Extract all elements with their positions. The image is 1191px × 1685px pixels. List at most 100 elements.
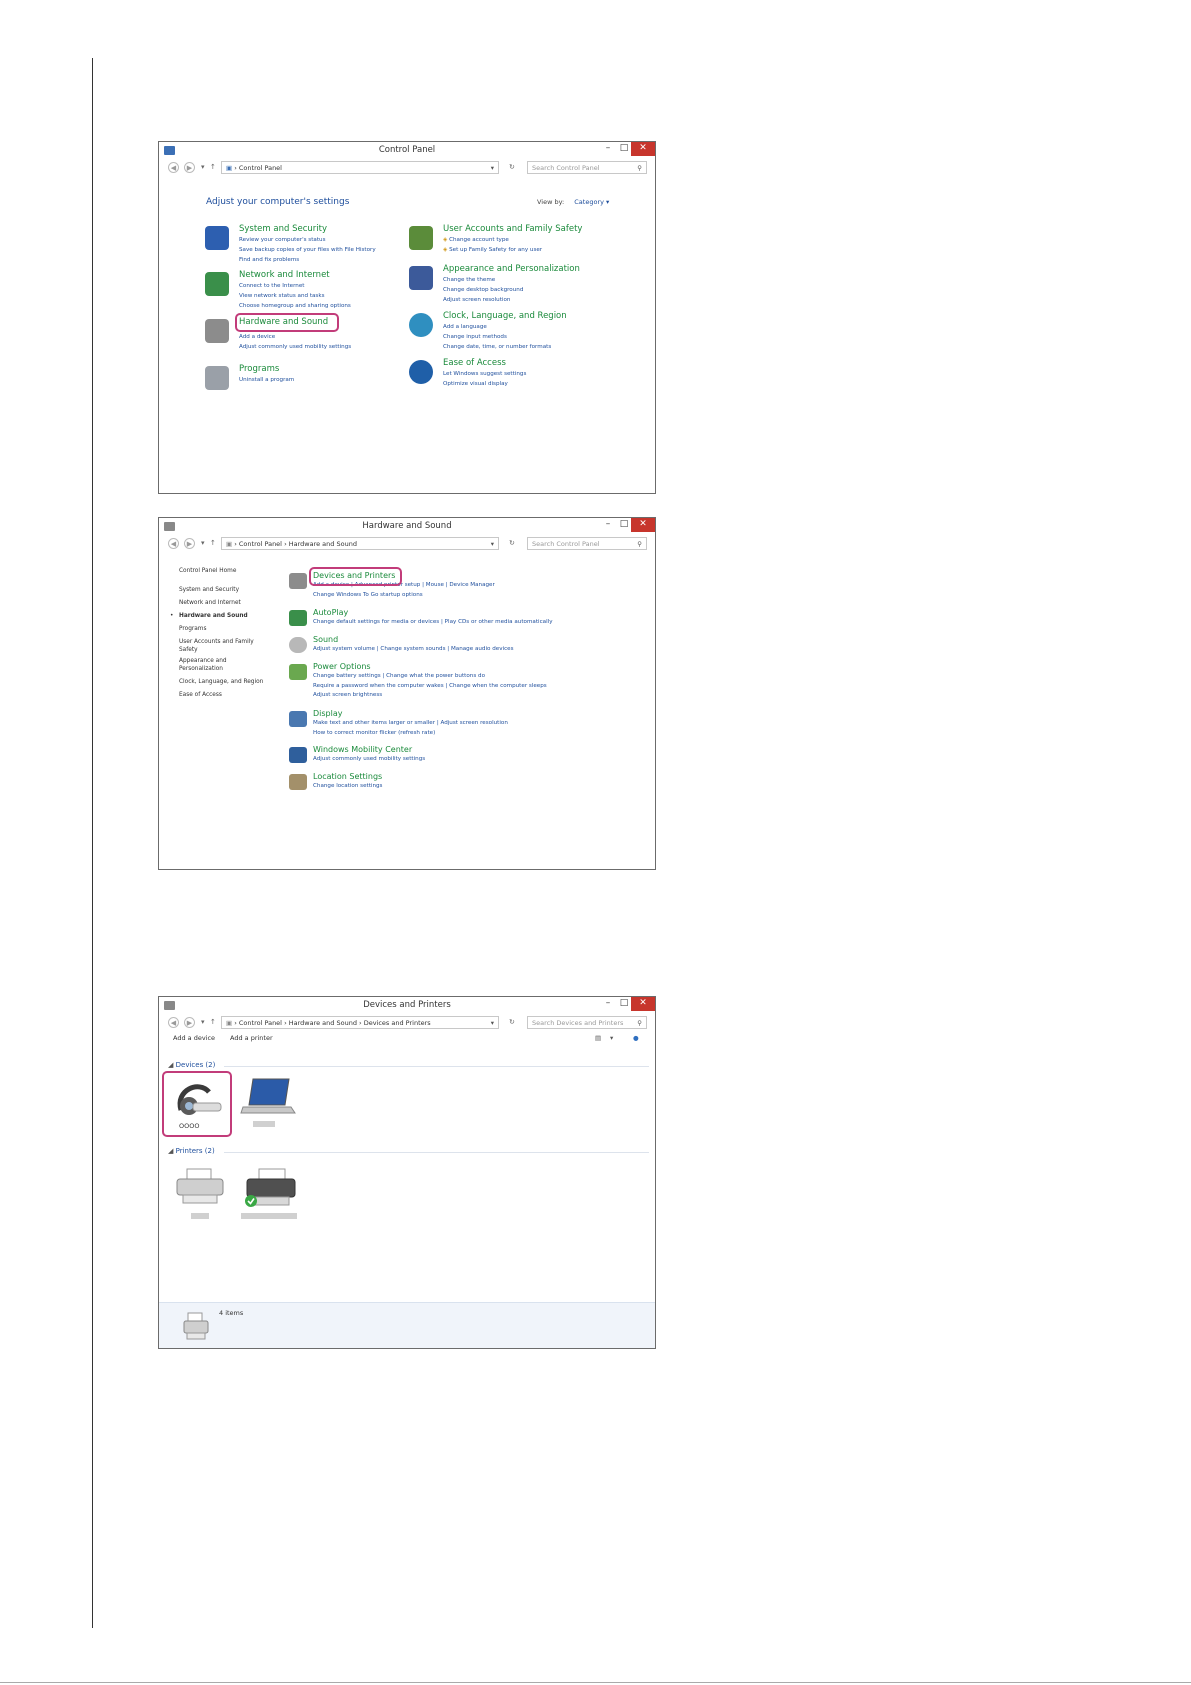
- link[interactable]: Review your computer's status: [239, 235, 376, 245]
- close-button[interactable]: ✕: [631, 142, 655, 156]
- search-icon[interactable]: ⚲: [637, 162, 642, 174]
- collapse-triangle-icon[interactable]: ◢: [168, 1147, 173, 1155]
- link[interactable]: Find and fix problems: [239, 255, 376, 265]
- category-title[interactable]: User Accounts and Family Safety: [443, 224, 582, 234]
- task-link-line[interactable]: Change location settings: [313, 782, 382, 792]
- search-input[interactable]: Search Control Panel ⚲: [527, 537, 647, 550]
- task-link-line[interactable]: Change battery settings | Change what th…: [313, 672, 547, 682]
- sidebar-item-ease-of-access[interactable]: Ease of Access: [179, 689, 263, 702]
- chevron-down-icon[interactable]: ▾: [606, 198, 609, 206]
- task-link-line[interactable]: Require a password when the computer wak…: [313, 682, 547, 692]
- refresh-icon[interactable]: ↻: [509, 163, 515, 171]
- task-title[interactable]: Sound: [313, 635, 338, 644]
- back-arrow-icon[interactable]: ◀: [168, 1017, 179, 1028]
- search-input[interactable]: Search Devices and Printers ⚲: [527, 1016, 647, 1029]
- printer-item-default[interactable]: [239, 1167, 301, 1227]
- task-title[interactable]: Display: [313, 709, 343, 718]
- task-title[interactable]: Power Options: [313, 662, 371, 671]
- printers-group-header[interactable]: ◢ Printers (2): [168, 1147, 215, 1155]
- address-field[interactable]: ▣ › Control Panel ▾: [221, 161, 499, 174]
- task-link-line[interactable]: Adjust commonly used mobility settings: [313, 755, 425, 765]
- back-arrow-icon[interactable]: ◀: [168, 162, 179, 173]
- link[interactable]: Optimize visual display: [443, 379, 526, 389]
- forward-arrow-icon[interactable]: ▶: [184, 1017, 195, 1028]
- chevron-down-icon[interactable]: ▾: [491, 1017, 494, 1028]
- address-field[interactable]: ▣ › Control Panel › Hardware and Sound ›…: [221, 1016, 499, 1029]
- breadcrumb-hardware-and-sound[interactable]: Hardware and Sound: [289, 1019, 357, 1027]
- chevron-down-icon[interactable]: ▾: [491, 538, 494, 549]
- breadcrumb-control-panel[interactable]: Control Panel: [239, 540, 282, 548]
- sidebar-item-user-accounts[interactable]: User Accounts and Family Safety: [179, 638, 259, 654]
- search-icon[interactable]: ⚲: [637, 1017, 642, 1029]
- add-device-button[interactable]: Add a device: [173, 1034, 215, 1042]
- task-link-line[interactable]: Adjust screen brightness: [313, 691, 547, 701]
- sidebar-item-hardware-sound[interactable]: Hardware and Sound: [179, 613, 248, 619]
- task-title[interactable]: AutoPlay: [313, 608, 348, 617]
- minimize-button[interactable]: –: [601, 518, 615, 532]
- link[interactable]: Change account type: [449, 237, 509, 243]
- task-link-line[interactable]: Change default settings for media or dev…: [313, 618, 553, 628]
- link[interactable]: Change the theme: [443, 275, 523, 285]
- category-title[interactable]: System and Security: [239, 224, 327, 234]
- link[interactable]: Uninstall a program: [239, 375, 294, 385]
- minimize-button[interactable]: –: [601, 142, 615, 156]
- help-icon[interactable]: ●: [633, 1034, 639, 1042]
- link[interactable]: Add a language: [443, 322, 551, 332]
- category-title[interactable]: Appearance and Personalization: [443, 264, 580, 274]
- task-link-line[interactable]: Adjust system volume | Change system sou…: [313, 645, 514, 655]
- chevron-down-icon[interactable]: ▾: [610, 1034, 613, 1042]
- collapse-triangle-icon[interactable]: ◢: [168, 1061, 173, 1069]
- link[interactable]: Let Windows suggest settings: [443, 369, 526, 379]
- sidebar-item-programs[interactable]: Programs: [179, 623, 263, 636]
- task-title[interactable]: Windows Mobility Center: [313, 745, 412, 754]
- up-arrow-icon[interactable]: ↑: [210, 539, 216, 547]
- up-arrow-icon[interactable]: ↑: [210, 163, 216, 171]
- link[interactable]: View network status and tasks: [239, 291, 351, 301]
- search-icon[interactable]: ⚲: [637, 538, 642, 550]
- sidebar-item-system-security[interactable]: System and Security: [179, 584, 263, 597]
- link[interactable]: Add a device: [239, 332, 351, 342]
- link[interactable]: Change input methods: [443, 332, 551, 342]
- link[interactable]: Adjust commonly used mobility settings: [239, 342, 351, 352]
- chevron-down-icon[interactable]: ▾: [491, 162, 494, 173]
- search-input[interactable]: Search Control Panel ⚲: [527, 161, 647, 174]
- maximize-button[interactable]: □: [617, 142, 631, 156]
- back-arrow-icon[interactable]: ◀: [168, 538, 179, 549]
- breadcrumb-devices-and-printers[interactable]: Devices and Printers: [364, 1019, 431, 1027]
- refresh-icon[interactable]: ↻: [509, 1018, 515, 1026]
- close-button[interactable]: ✕: [631, 518, 655, 532]
- minimize-button[interactable]: –: [601, 997, 615, 1011]
- category-title[interactable]: Network and Internet: [239, 270, 330, 280]
- task-link-line[interactable]: Change Windows To Go startup options: [313, 591, 495, 601]
- forward-arrow-icon[interactable]: ▶: [184, 538, 195, 549]
- recent-dropdown-icon[interactable]: ▾: [201, 1018, 205, 1026]
- sidebar-item-appearance[interactable]: Appearance and Personalization: [179, 657, 259, 673]
- forward-arrow-icon[interactable]: ▶: [184, 162, 195, 173]
- refresh-icon[interactable]: ↻: [509, 539, 515, 547]
- task-title[interactable]: Location Settings: [313, 772, 382, 781]
- recent-dropdown-icon[interactable]: ▾: [201, 163, 205, 171]
- link[interactable]: Connect to the Internet: [239, 281, 351, 291]
- breadcrumb-control-panel[interactable]: Control Panel: [239, 164, 282, 172]
- breadcrumb-control-panel[interactable]: Control Panel: [239, 1019, 282, 1027]
- device-computer[interactable]: [239, 1075, 297, 1131]
- maximize-button[interactable]: □: [617, 997, 631, 1011]
- link[interactable]: Choose homegroup and sharing options: [239, 301, 351, 311]
- printer-item[interactable]: [173, 1167, 229, 1223]
- sidebar-item-clock-language-region[interactable]: Clock, Language, and Region: [179, 676, 263, 689]
- breadcrumb-hardware-and-sound[interactable]: Hardware and Sound: [289, 540, 357, 548]
- maximize-button[interactable]: □: [617, 518, 631, 532]
- view-by-value[interactable]: Category: [574, 198, 604, 206]
- task-link-line[interactable]: Make text and other items larger or smal…: [313, 719, 508, 729]
- task-link-line[interactable]: How to correct monitor flicker (refresh …: [313, 729, 508, 739]
- recent-dropdown-icon[interactable]: ▾: [201, 539, 205, 547]
- sidebar-item-network-internet[interactable]: Network and Internet: [179, 597, 263, 610]
- link[interactable]: Change desktop background: [443, 285, 523, 295]
- link[interactable]: Adjust screen resolution: [443, 295, 523, 305]
- category-title[interactable]: Ease of Access: [443, 358, 506, 368]
- link[interactable]: Change date, time, or number formats: [443, 342, 551, 352]
- devices-group-header[interactable]: ◢ Devices (2): [168, 1061, 215, 1069]
- sidebar-item-control-panel-home[interactable]: Control Panel Home: [179, 565, 263, 578]
- category-title[interactable]: Programs: [239, 364, 279, 374]
- link[interactable]: Save backup copies of your files with Fi…: [239, 245, 376, 255]
